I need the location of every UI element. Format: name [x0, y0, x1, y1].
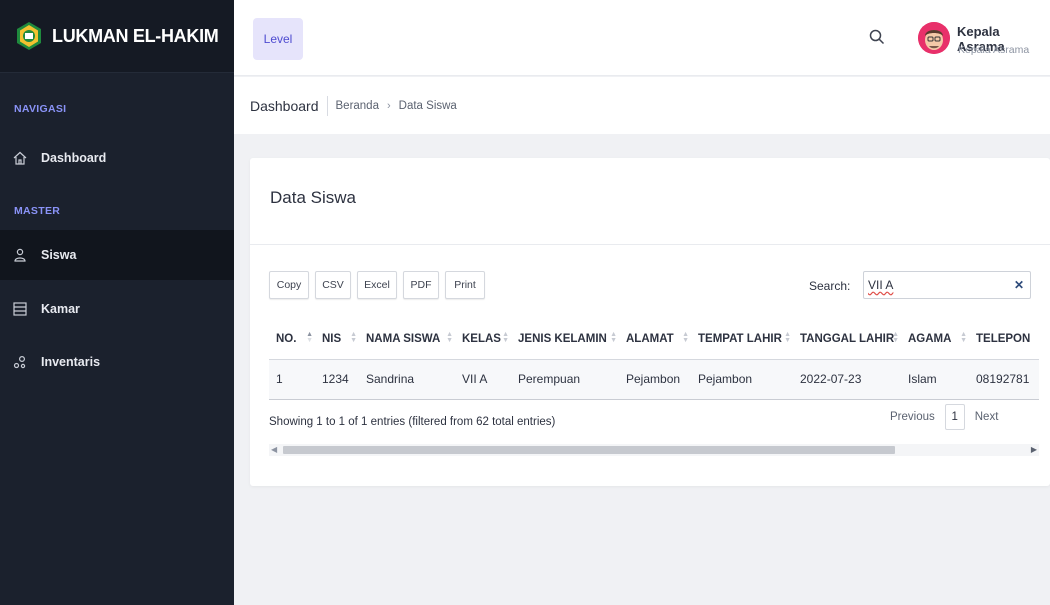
table-cell: Pejambon — [691, 359, 793, 400]
search-value: VII A — [868, 278, 894, 292]
column-label: JENIS KELAMIN — [518, 332, 607, 345]
table-cell: 08192781 — [969, 359, 1039, 400]
search-icon[interactable] — [868, 28, 886, 46]
table-info: Showing 1 to 1 of 1 entries (filtered fr… — [269, 416, 556, 428]
column-label: ALAMAT — [626, 332, 674, 345]
column-label: TANGGAL LAHIR — [800, 332, 895, 345]
card-divider — [250, 244, 1050, 245]
breadcrumb-beranda[interactable]: Beranda — [336, 100, 379, 112]
sort-icon: ▲ ▼ — [960, 331, 967, 344]
column-header-telepon[interactable]: TELEPON — [969, 319, 1039, 360]
page-title: Dashboard — [250, 95, 328, 116]
sort-icon: ▲ ▼ — [682, 331, 689, 344]
column-header-alamat[interactable]: ALAMAT ▲ ▼ — [619, 319, 691, 360]
logo-icon — [17, 22, 41, 50]
column-label: NAMA SISWA — [366, 332, 441, 345]
scroll-right-icon[interactable]: ▶ — [1031, 444, 1037, 456]
pdf-button[interactable]: PDF — [403, 271, 439, 299]
column-header-no[interactable]: NO. ▲ ▼ — [269, 319, 315, 360]
column-header-tempat-lahir[interactable]: TEMPAT LAHIR ▲ ▼ — [691, 319, 793, 360]
scrollbar-thumb[interactable] — [283, 446, 895, 454]
next-button[interactable]: Next — [975, 411, 999, 423]
brand-name: LUKMAN EL-HAKIM — [52, 25, 219, 46]
column-header-nama-siswa[interactable]: NAMA SISWA ▲ ▼ — [359, 319, 455, 360]
sort-icon: ▲ ▼ — [892, 331, 899, 344]
sidebar-item-dashboard[interactable]: Dashboard — [0, 133, 234, 183]
print-button[interactable]: Print — [445, 271, 485, 299]
sidebar: LUKMAN EL-HAKIM NAVIGASI Dashboard MASTE… — [0, 0, 234, 605]
column-header-kelas[interactable]: KELAS ▲ ▼ — [455, 319, 511, 360]
data-siswa-card: Data Siswa Copy CSV Excel PDF Print Sear… — [250, 158, 1050, 486]
brand[interactable]: LUKMAN EL-HAKIM — [0, 0, 234, 73]
horizontal-scrollbar[interactable]: ◀ ▶ — [269, 444, 1039, 456]
previous-button[interactable]: Previous — [890, 411, 935, 423]
scroll-left-icon[interactable]: ◀ — [271, 444, 277, 456]
nav-section-navigasi: NAVIGASI — [14, 103, 67, 115]
excel-button[interactable]: Excel — [357, 271, 397, 299]
avatar[interactable] — [918, 22, 950, 54]
column-label: TELEPON — [976, 332, 1031, 345]
sort-icon: ▲ ▼ — [306, 331, 313, 344]
copy-button[interactable]: Copy — [269, 271, 309, 299]
sort-icon: ▲ ▼ — [502, 331, 509, 344]
clear-icon[interactable]: ✕ — [1014, 278, 1024, 292]
topbar: Level Kepala Asrama Kepala Asrama — [234, 0, 1050, 76]
column-header-agama[interactable]: AGAMA ▲ ▼ — [901, 319, 969, 360]
sidebar-item-label: Siswa — [41, 248, 77, 262]
column-header-tanggal-lahir[interactable]: TANGGAL LAHIR ▲ ▼ — [793, 319, 901, 360]
list-icon — [13, 302, 27, 316]
table-header-row: NO. ▲ ▼ NIS ▲ ▼ NAMA SISWA ▲ ▼ KELAS ▲ ▼ JENIS K… — [269, 319, 1039, 360]
sort-icon: ▲ ▼ — [610, 331, 617, 344]
user-role: Kepala Asrama — [958, 44, 1030, 56]
pagination: Previous 1 Next — [890, 404, 998, 430]
sort-icon: ▲ ▼ — [446, 331, 453, 344]
column-label: NIS — [322, 332, 342, 345]
chevron-right-icon: › — [386, 99, 391, 112]
card-title: Data Siswa — [270, 188, 356, 207]
column-header-nis[interactable]: NIS ▲ ▼ — [315, 319, 359, 360]
table-cell: Perempuan — [511, 359, 619, 400]
search-input[interactable]: VII A ✕ — [863, 271, 1031, 299]
table-cell: Islam — [901, 359, 969, 400]
user-icon — [13, 248, 27, 262]
export-buttons: Copy CSV Excel PDF Print — [269, 271, 491, 299]
sidebar-item-label: Inventaris — [41, 355, 101, 369]
siswa-table: NO. ▲ ▼ NIS ▲ ▼ NAMA SISWA ▲ ▼ KELAS ▲ ▼ JENIS K… — [269, 319, 1039, 400]
column-label: TEMPAT LAHIR — [698, 332, 782, 345]
page-1-button[interactable]: 1 — [944, 404, 965, 430]
level-button[interactable]: Level — [253, 18, 303, 60]
breadcrumb-data-siswa: Data Siswa — [398, 99, 457, 112]
breadcrumb: Dashboard Beranda › Data Siswa — [234, 77, 1050, 134]
sort-icon: ▲ ▼ — [784, 331, 791, 344]
table-cell: 1234 — [315, 359, 359, 400]
table-cell: 1 — [269, 359, 315, 400]
table-cell: 2022-07-23 — [793, 359, 901, 400]
table-row: 1 1234 Sandrina VII A Perempuan Pejambon… — [269, 359, 1039, 400]
nodes-icon — [13, 355, 27, 369]
sidebar-item-inventaris[interactable]: Inventaris — [0, 337, 234, 387]
table-cell: Pejambon — [619, 359, 691, 400]
column-label: NO. — [276, 332, 297, 345]
nav-section-master: MASTER — [14, 205, 61, 217]
csv-button[interactable]: CSV — [315, 271, 351, 299]
table-cell: Sandrina — [359, 359, 455, 400]
home-icon — [13, 151, 27, 165]
column-header-jenis-kelamin[interactable]: JENIS KELAMIN ▲ ▼ — [511, 319, 619, 360]
sidebar-item-kamar[interactable]: Kamar — [0, 284, 234, 334]
column-label: KELAS — [462, 332, 501, 345]
sidebar-item-siswa[interactable]: Siswa — [0, 230, 234, 280]
sidebar-item-label: Dashboard — [41, 151, 107, 165]
search-label: Search: — [809, 279, 851, 293]
sidebar-item-label: Kamar — [41, 302, 80, 316]
table-cell: VII A — [455, 359, 511, 400]
column-label: AGAMA — [908, 332, 952, 345]
sort-icon: ▲ ▼ — [350, 331, 357, 344]
